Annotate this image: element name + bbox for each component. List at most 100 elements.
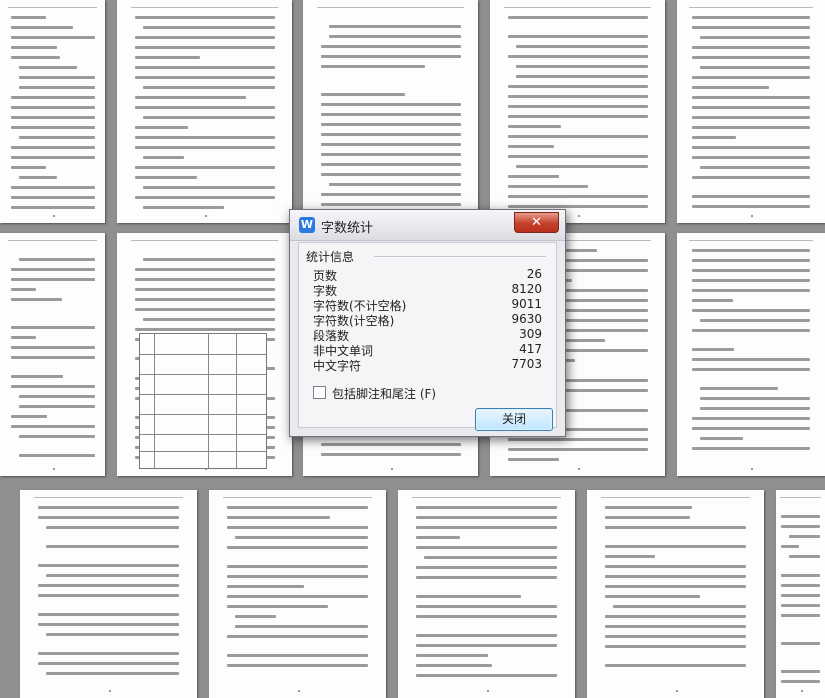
page-text-line	[692, 259, 810, 262]
dialog-titlebar[interactable]: W 字数统计 ✕	[290, 210, 565, 241]
page-text-line	[700, 36, 810, 39]
page-thumbnail[interactable]	[117, 233, 292, 476]
page-number-mark	[52, 468, 55, 470]
page-text-line	[508, 115, 648, 118]
page-text-line	[416, 526, 557, 529]
page-text-line	[329, 183, 461, 186]
page-text-line	[508, 155, 648, 158]
page-text-line	[605, 615, 746, 618]
page-table	[139, 333, 267, 469]
page-thumbnail[interactable]	[209, 490, 386, 698]
page-text-line	[692, 269, 810, 272]
page-text-line	[416, 536, 460, 539]
page-text-line	[227, 565, 368, 568]
page-thumbnail[interactable]	[303, 0, 478, 223]
page-thumbnail[interactable]	[398, 490, 575, 698]
page-text-line	[416, 674, 557, 677]
page-text-line	[605, 526, 746, 529]
page-thumbnail[interactable]	[490, 0, 665, 223]
titlebar-close-button[interactable]: ✕	[514, 212, 559, 233]
page-text-line	[11, 126, 95, 129]
page-text-line	[781, 604, 820, 607]
page-text-line	[692, 116, 810, 119]
page-text-line	[135, 288, 275, 291]
page-text-line	[605, 565, 746, 568]
page-text-line	[781, 642, 820, 645]
page-text-line	[135, 166, 275, 169]
page-thumbnail[interactable]	[587, 490, 764, 698]
page-text-line	[508, 55, 648, 58]
page-text-line	[227, 546, 368, 549]
page-text-line	[135, 176, 197, 179]
page-text-line	[135, 308, 275, 311]
page-text-line	[416, 654, 488, 657]
page-text-line	[11, 356, 95, 359]
page-header-rule	[688, 240, 814, 241]
page-text-line	[605, 645, 746, 648]
page-text-line	[508, 145, 554, 148]
page-text-line	[135, 298, 275, 301]
page-thumbnail[interactable]	[117, 0, 292, 223]
page-text-line	[700, 66, 810, 69]
page-text-line	[613, 605, 746, 608]
page-text-line	[692, 417, 810, 420]
page-text-line	[143, 26, 275, 29]
page-text-line	[789, 555, 820, 558]
page-thumbnail[interactable]	[776, 490, 825, 698]
page-text-line	[143, 206, 224, 209]
page-text-line	[692, 205, 810, 208]
stat-value: 8120	[511, 282, 542, 296]
page-text-line	[605, 595, 700, 598]
page-text-line	[321, 45, 461, 48]
page-text-line	[321, 153, 461, 156]
page-text-line	[135, 56, 200, 59]
page-text-line	[235, 625, 368, 628]
page-header-rule	[601, 497, 750, 498]
page-text-line	[605, 575, 746, 578]
page-text-line	[692, 427, 810, 430]
page-header-rule	[779, 497, 822, 498]
stat-value: 7703	[511, 357, 542, 371]
page-header-rule	[223, 497, 372, 498]
page-text-line	[605, 585, 746, 588]
stat-row-chars-no-spaces: 字符数(不计空格) 9011	[313, 297, 542, 313]
page-number-mark	[390, 468, 393, 470]
page-text-line	[508, 125, 561, 128]
close-button[interactable]: 关闭	[475, 408, 553, 431]
page-text-line	[321, 93, 405, 96]
page-text-line	[692, 26, 810, 29]
stat-row-chars-with-spaces: 字符数(计空格) 9630	[313, 312, 542, 328]
page-text-line	[692, 368, 810, 371]
page-thumbnail[interactable]	[0, 0, 105, 223]
page-text-line	[135, 36, 275, 39]
page-thumbnail[interactable]	[677, 0, 825, 223]
page-header-rule	[412, 497, 561, 498]
page-text-line	[508, 16, 648, 19]
dialog-content: 统计信息 页数 26 字数 8120 字符数(不计空格) 9011 字符数(计空…	[298, 242, 557, 431]
page-number-mark	[675, 690, 678, 692]
page-thumbnail[interactable]	[20, 490, 197, 698]
page-text-line	[19, 136, 95, 139]
page-text-line	[416, 546, 557, 549]
page-text-line	[135, 268, 275, 271]
page-thumbnail[interactable]	[0, 233, 105, 476]
page-text-line	[19, 395, 95, 398]
page-text-line	[416, 566, 557, 569]
page-thumbnail[interactable]	[677, 233, 825, 476]
page-text-line	[605, 555, 655, 558]
page-text-line	[11, 375, 63, 378]
page-text-line	[11, 415, 47, 418]
include-footnotes-checkbox[interactable]	[313, 386, 326, 399]
page-text-line	[11, 298, 62, 301]
wps-app-icon: W	[299, 217, 315, 233]
page-text-line	[19, 66, 77, 69]
page-text-line	[605, 635, 746, 638]
page-text-line	[781, 545, 799, 548]
page-text-line	[692, 447, 810, 450]
page-text-line	[700, 437, 743, 440]
table-row-rule	[140, 451, 266, 452]
page-text-line	[605, 516, 690, 519]
page-text-line	[38, 506, 179, 509]
page-text-line	[227, 585, 304, 588]
page-text-line	[135, 96, 246, 99]
